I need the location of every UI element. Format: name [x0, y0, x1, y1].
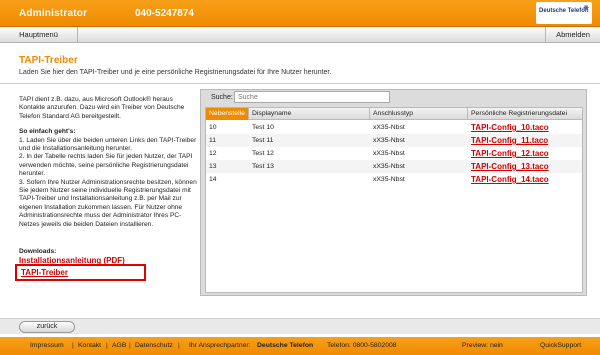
section-divider	[0, 83, 600, 84]
footer-link-impressum[interactable]: Impressum	[30, 342, 64, 349]
downloads-section: Downloads: Installationsanleitung (PDF)	[19, 248, 199, 265]
logo-text: Deutsche Telefon	[539, 8, 589, 14]
footer-telephone: Telefon: 0800-5802008	[327, 342, 397, 349]
company-logo: Deutsche Telefon ❋	[536, 2, 592, 24]
registration-files-panel: Suche: Nebenstelle Displayname Anschluss…	[200, 89, 587, 296]
registration-file-link[interactable]: TAPI-Config_10.taco	[468, 121, 549, 134]
cell-extension: 10	[209, 124, 217, 131]
footer-link-datenschutz[interactable]: Datenschutz	[135, 342, 173, 349]
column-header-displayname[interactable]: Displayname	[249, 108, 370, 120]
back-bar: zurück	[0, 318, 600, 334]
info-paragraph: TAPI dient z.B. dazu, aus Microsoft Outl…	[19, 96, 185, 120]
how-to-heading: So einfach geht's:	[19, 128, 76, 136]
registration-file-link[interactable]: TAPI-Config_12.taco	[468, 147, 549, 160]
footer-quicksupport-link[interactable]: QuickSupport	[540, 342, 581, 349]
registration-file-link[interactable]: TAPI-Config_13.taco	[468, 160, 549, 173]
cell-extension: 13	[209, 163, 217, 170]
footer-link-agb[interactable]: AGB	[112, 342, 126, 349]
search-input[interactable]	[234, 91, 390, 103]
cell-connection-type: xX35-Nbst	[373, 124, 405, 131]
cell-displayname: Test 11	[252, 137, 274, 144]
cell-displayname	[249, 173, 252, 186]
user-role-title: Administrator	[19, 8, 88, 19]
footer-separator: |	[72, 342, 74, 349]
table-row: 13 Test 13 xX35-Nbst TAPI-Config_13.taco	[206, 160, 582, 173]
footer-contact-label: Ihr Ansprechpartner:	[189, 342, 251, 349]
cell-displayname: Test 12	[252, 150, 274, 157]
footer-contact-name: Deutsche Telefon	[257, 342, 314, 349]
cell-extension: 11	[209, 137, 217, 144]
table-row: 11 Test 11 xX35-Nbst TAPI-Config_11.taco	[206, 134, 582, 147]
footer-separator: |	[178, 342, 180, 349]
account-phone-number: 040-5247874	[135, 8, 194, 19]
logo-bird-icon: ❋	[583, 5, 589, 12]
tapi-driver-download-link[interactable]: TAPI-Treiber	[21, 268, 68, 277]
table-header: Nebenstelle Displayname Anschlusstyp Per…	[206, 108, 582, 120]
footer-separator: |	[106, 342, 108, 349]
cell-displayname: Test 13	[252, 163, 274, 170]
footer-link-kontakt[interactable]: Kontakt	[78, 342, 101, 349]
app-header: Administrator 040-5247874 Deutsche Telef…	[0, 0, 600, 27]
back-button[interactable]: zurück	[19, 321, 75, 333]
tapi-driver-highlight: TAPI-Treiber	[15, 264, 146, 281]
how-to-steps: 1. Laden Sie über die beiden unteren Lin…	[19, 137, 199, 229]
main-menu-button[interactable]: Hauptmenü	[0, 27, 78, 42]
nav-bar: Hauptmenü Abmelden	[0, 27, 600, 43]
page-title: TAPI-Treiber	[19, 55, 78, 66]
cell-displayname: Test 10	[252, 124, 274, 131]
footer-preview-status: Preview: nein	[462, 342, 503, 349]
cell-connection-type: xX35-Nbst	[373, 150, 405, 157]
footer-bar: Impressum | Kontakt | AGB | Datenschutz …	[0, 337, 600, 355]
cell-connection-type: xX35-Nbst	[373, 163, 405, 170]
how-to-step: 3. Sofern Ihre Nutzer Administrationsrec…	[19, 178, 197, 228]
cell-connection-type: xX35-Nbst	[373, 176, 405, 183]
cell-connection-type: xX35-Nbst	[373, 137, 405, 144]
search-label: Suche:	[211, 94, 233, 101]
registration-file-link[interactable]: TAPI-Config_11.taco	[468, 134, 548, 147]
table-row: 14 xX35-Nbst TAPI-Config_14.taco	[206, 173, 582, 186]
how-to-step: 1. Laden Sie über die beiden unteren Lin…	[19, 136, 197, 153]
logout-button[interactable]: Abmelden	[545, 27, 600, 42]
info-text-column: TAPI dient z.B. dazu, aus Microsoft Outl…	[19, 96, 199, 229]
footer-separator: |	[129, 342, 131, 349]
registration-file-link[interactable]: TAPI-Config_14.taco	[468, 173, 549, 186]
cell-extension: 14	[209, 176, 217, 183]
table-row: 12 Test 12 xX35-Nbst TAPI-Config_12.taco	[206, 147, 582, 160]
how-to-step: 2. In der Tabelle rechts laden Sie für j…	[19, 153, 193, 178]
column-header-connection-type[interactable]: Anschlusstyp	[370, 108, 468, 120]
table-row: 10 Test 10 xX35-Nbst TAPI-Config_10.taco	[206, 121, 582, 134]
cell-extension: 12	[209, 150, 217, 157]
column-header-registration-file[interactable]: Persönliche Registrierungsdatei	[468, 108, 582, 120]
registration-files-table: Nebenstelle Displayname Anschlusstyp Per…	[205, 107, 583, 293]
column-header-extension[interactable]: Nebenstelle	[206, 108, 249, 120]
page-intro: Laden Sie hier den TAPI-Treiber und je e…	[19, 69, 332, 76]
